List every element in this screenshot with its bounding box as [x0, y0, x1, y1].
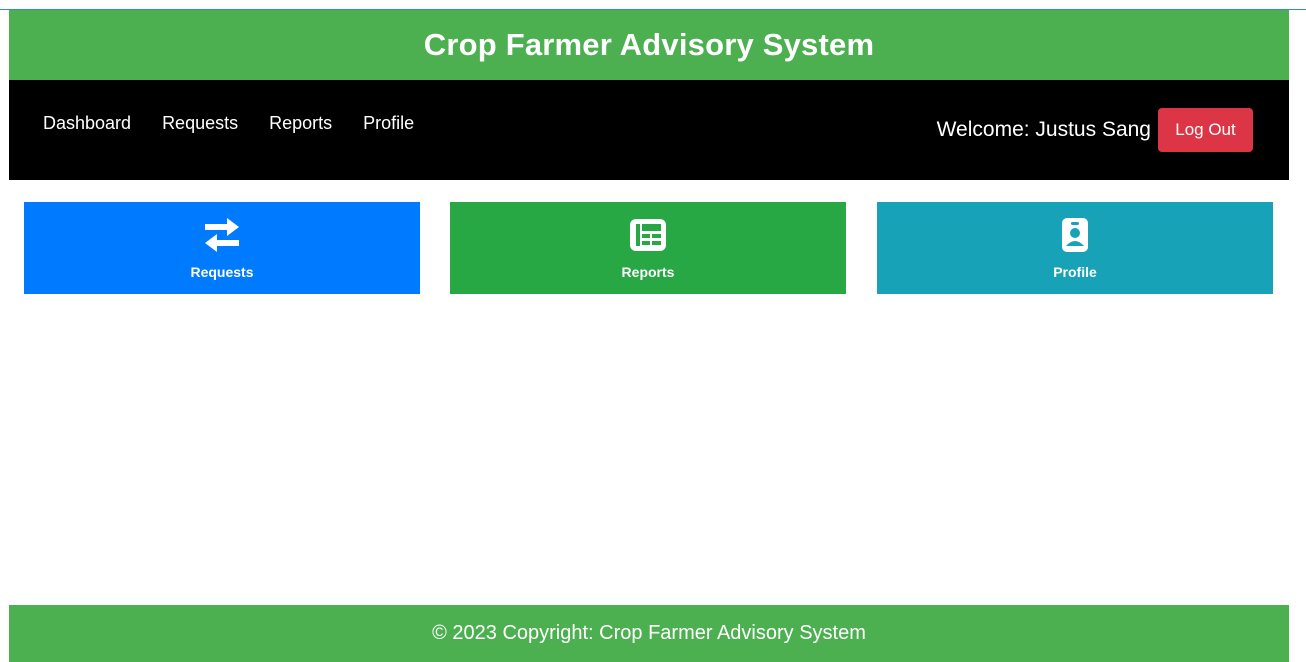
logout-button[interactable]: Log Out: [1158, 108, 1253, 152]
newspaper-icon: [629, 217, 667, 253]
profile-card-label: Profile: [1053, 264, 1097, 280]
site-footer: © 2023 Copyright: Crop Farmer Advisory S…: [9, 605, 1289, 662]
reports-card-label: Reports: [621, 264, 675, 280]
nav-link-reports[interactable]: Reports: [269, 113, 332, 134]
welcome-text: Welcome: Justus Sang: [936, 118, 1151, 141]
requests-card[interactable]: Requests: [24, 202, 420, 294]
exchange-arrows-icon: [203, 217, 241, 253]
site-title: Crop Farmer Advisory System: [423, 27, 875, 62]
profile-card[interactable]: Profile: [877, 202, 1273, 294]
requests-card-label: Requests: [190, 264, 254, 280]
nav-link-profile[interactable]: Profile: [363, 113, 414, 134]
reports-card[interactable]: Reports: [450, 202, 846, 294]
site-header: Crop Farmer Advisory System: [9, 10, 1289, 80]
copyright-text: © 2023 Copyright: Crop Farmer Advisory S…: [432, 622, 866, 644]
nav-link-dashboard[interactable]: Dashboard: [43, 113, 131, 134]
main-navbar: Dashboard Requests Reports Profile Welco…: [9, 80, 1289, 180]
nav-link-requests[interactable]: Requests: [162, 113, 238, 134]
id-badge-icon: [1061, 217, 1089, 253]
user-area: Welcome: Justus Sang Log Out: [937, 108, 1253, 152]
nav-links: Dashboard Requests Reports Profile: [43, 113, 445, 134]
